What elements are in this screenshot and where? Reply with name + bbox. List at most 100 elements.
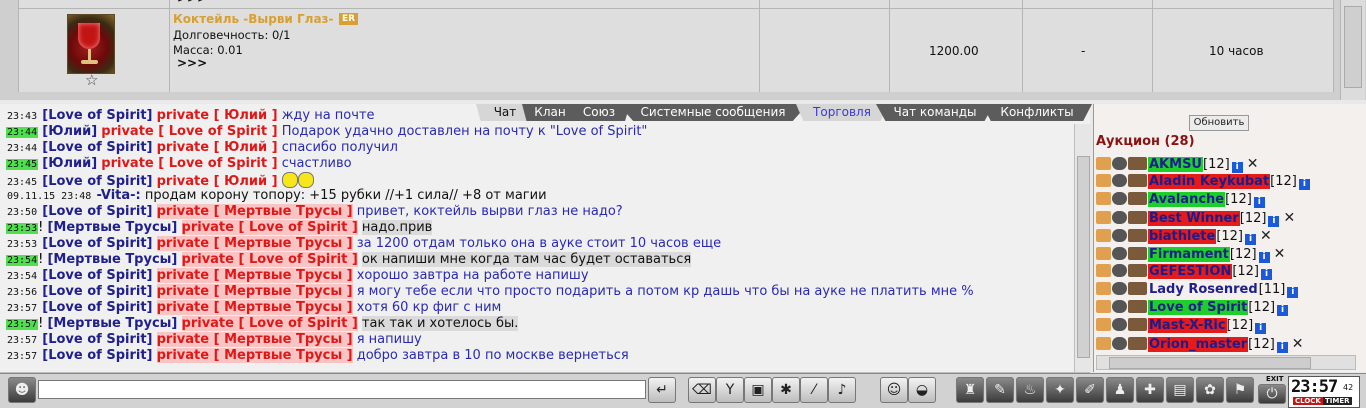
sound-icon[interactable]: ♪ <box>828 377 856 403</box>
info-icon[interactable]: i <box>1258 252 1270 263</box>
private-recipient[interactable]: private [ Love of Spirit ] <box>101 156 277 171</box>
team-icon[interactable]: ♟ <box>1106 377 1134 403</box>
info-icon[interactable]: i <box>1245 234 1256 245</box>
money-icon[interactable]: ♨ <box>1016 377 1044 403</box>
helmet-icon[interactable]: ◒ <box>908 377 936 403</box>
private-recipient[interactable]: private [ Мертвые Трусы ] <box>156 332 353 347</box>
clan-icon[interactable] <box>1112 157 1127 170</box>
player-name[interactable]: GEFESTION <box>1148 264 1233 279</box>
private-recipient[interactable]: private [ Love of Spirit ] <box>181 316 358 331</box>
tab-system-messages[interactable]: Системные сообщения <box>618 104 808 121</box>
close-icon[interactable]: ✕ <box>1283 210 1295 226</box>
star-icon[interactable]: ☆ <box>85 73 98 88</box>
exit-icon[interactable]: ⏻ <box>1258 384 1286 404</box>
info-icon[interactable]: i <box>1253 197 1265 208</box>
info-icon[interactable]: i <box>1261 269 1272 280</box>
player-name[interactable]: Aladin Keykubat <box>1148 174 1271 189</box>
close-icon[interactable]: ✕ <box>1247 156 1259 172</box>
eraser-icon[interactable]: ⌫ <box>688 377 716 403</box>
item-more-link[interactable]: >>> <box>177 56 207 70</box>
filter-icon[interactable]: Y <box>716 377 744 403</box>
chat-author[interactable]: [Love of Spirit] <box>42 140 152 155</box>
private-recipient[interactable]: private [ Love of Spirit ] <box>181 252 358 267</box>
player-name[interactable]: Lady Rosenred <box>1148 282 1259 297</box>
close-icon[interactable]: ✕ <box>1292 336 1304 352</box>
clan-icon[interactable] <box>1112 318 1127 331</box>
tab-conflicts[interactable]: Конфликты <box>982 104 1092 121</box>
chat-author[interactable]: [Юлий] <box>42 156 97 171</box>
timer-label[interactable]: TIMER <box>1323 397 1352 405</box>
chat-input[interactable] <box>38 380 646 399</box>
tab-team-chat[interactable]: Чат команды <box>876 104 994 121</box>
clan-icon[interactable] <box>1112 247 1127 260</box>
clan-icon[interactable] <box>1112 300 1127 313</box>
clan-icon[interactable] <box>1112 229 1127 242</box>
player-name[interactable]: Best Winner <box>1148 211 1240 226</box>
settings-icon[interactable]: ✿ <box>1196 377 1224 403</box>
player-name[interactable]: Love of Spirit <box>1148 300 1249 315</box>
flag-icon[interactable]: ⚑ <box>1226 377 1254 403</box>
translit-icon[interactable]: ⁄ <box>800 377 828 403</box>
chat-author[interactable]: [Love of Spirit] <box>42 236 152 251</box>
chat-author[interactable]: [Love of Spirit] <box>42 204 152 219</box>
private-recipient[interactable]: private [ Юлий ] <box>157 174 278 189</box>
chat-author[interactable]: [Love of Spirit] <box>42 300 152 315</box>
private-recipient[interactable]: private [ Мертвые Трусы ] <box>156 268 353 283</box>
close-icon[interactable]: ✕ <box>1260 228 1272 244</box>
private-recipient[interactable]: private [ Мертвые Трусы ] <box>156 300 353 315</box>
info-icon[interactable]: i <box>1268 216 1280 227</box>
player-name[interactable]: biathlete <box>1148 229 1217 244</box>
item-name-link[interactable]: Коктейль -Вырви Глаз- <box>173 12 334 26</box>
chat-author[interactable]: [Love of Spirit] <box>42 108 152 123</box>
chat-author[interactable]: [Мертвые Трусы] <box>47 252 177 267</box>
player-name[interactable]: Firmament <box>1148 247 1230 262</box>
clock-label[interactable]: CLOCK <box>1293 397 1323 405</box>
chat-author[interactable]: [Love of Spirit] <box>42 284 152 299</box>
chat-author[interactable]: [Юлий] <box>42 124 97 139</box>
shop-icon[interactable]: ▤ <box>1166 377 1194 403</box>
player-name[interactable]: AKMSU <box>1148 157 1203 172</box>
clan-icon[interactable] <box>1112 192 1127 205</box>
info-icon[interactable]: i <box>1277 305 1289 316</box>
private-recipient[interactable]: private [ Мертвые Трусы ] <box>156 204 353 219</box>
player-list-scrollbar[interactable] <box>1096 355 1356 370</box>
scrollbar-thumb[interactable] <box>1077 156 1090 358</box>
scrollbar-thumb[interactable] <box>1344 6 1362 88</box>
info-icon[interactable]: i <box>1255 323 1267 334</box>
chat-author[interactable]: [Мертвые Трусы] <box>47 220 177 235</box>
chat-author[interactable]: [Love of Spirit] <box>42 332 152 347</box>
head-icon[interactable]: ☻ <box>8 377 36 403</box>
scrollbar-thumb[interactable] <box>1109 357 1311 369</box>
tab-trade[interactable]: Торговля <box>796 104 888 121</box>
info-icon[interactable]: i <box>1276 342 1288 353</box>
private-recipient[interactable]: private [ Юлий ] <box>157 140 278 155</box>
table-scrollbar[interactable] <box>1340 0 1365 100</box>
clan-icon[interactable] <box>1112 337 1127 350</box>
clan-icon[interactable] <box>1112 211 1127 224</box>
chat-author[interactable]: -Vita-: <box>96 188 140 203</box>
edit-icon[interactable]: ✐ <box>1076 377 1104 403</box>
private-recipient[interactable]: private [ Love of Spirit ] <box>101 124 277 139</box>
private-recipient[interactable]: private [ Мертвые Трусы ] <box>156 284 353 299</box>
info-icon[interactable]: i <box>1298 179 1310 190</box>
chat-author[interactable]: [Love of Spirit] <box>42 268 152 283</box>
treasure-icon[interactable]: ✦ <box>1046 377 1074 403</box>
save-icon[interactable]: ▣ <box>744 377 772 403</box>
player-name[interactable]: Orion_master <box>1148 337 1249 352</box>
chat-scrollbar[interactable] <box>1074 124 1091 372</box>
clan-icon[interactable] <box>1112 174 1127 187</box>
inventory-icon[interactable]: ♜ <box>956 377 984 403</box>
clan-icon[interactable] <box>1112 282 1127 295</box>
private-recipient[interactable]: private [ Юлий ] <box>157 108 278 123</box>
plus-icon[interactable]: ✚ <box>1136 377 1164 403</box>
send-icon[interactable]: ↵ <box>648 377 676 403</box>
clan-icon[interactable] <box>1112 264 1127 277</box>
private-recipient[interactable]: private [ Мертвые Трусы ] <box>156 236 353 251</box>
player-name[interactable]: Mast-X-Ric <box>1148 318 1227 333</box>
info-icon[interactable]: i <box>1287 287 1299 298</box>
chat-author[interactable]: [Love of Spirit] <box>42 348 152 363</box>
smiley-icon[interactable]: ☺ <box>880 377 908 403</box>
player-name[interactable]: Avalanche <box>1148 192 1226 207</box>
chat-author[interactable]: [Мертвые Трусы] <box>47 316 177 331</box>
cocktail-item-image[interactable] <box>67 14 115 74</box>
